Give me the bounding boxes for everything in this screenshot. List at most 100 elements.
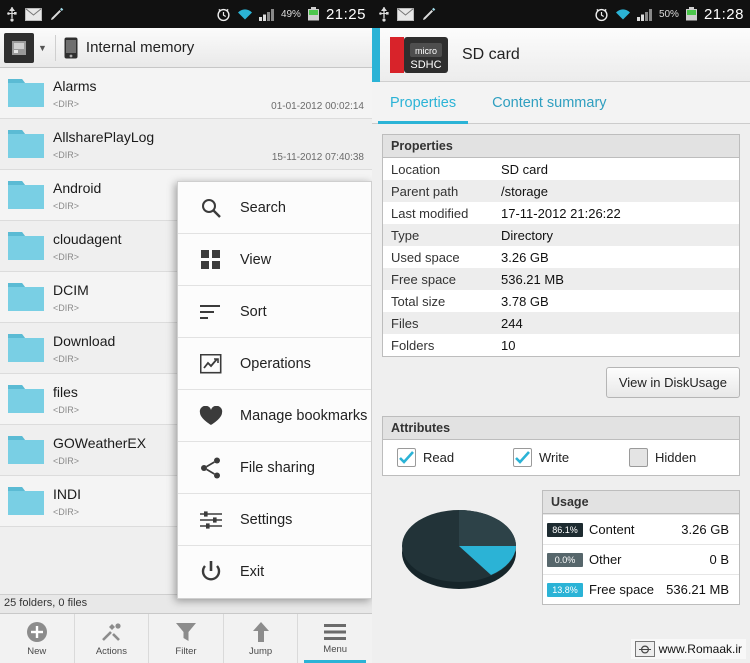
usage-legend-panel: Usage 86.1% Content 3.26 GB 0.0% Other 0…: [542, 490, 740, 605]
alarm-icon: [216, 7, 231, 22]
toolbar-button-filter[interactable]: Filter: [149, 614, 224, 663]
property-row: Location SD card: [383, 158, 739, 180]
view-in-diskusage-button[interactable]: View in DiskUsage: [605, 367, 740, 398]
property-row: Total size 3.78 GB: [383, 290, 739, 312]
attribute-write[interactable]: Write: [503, 448, 619, 467]
toolbar-label: Menu: [323, 643, 348, 655]
wifi-icon: [615, 8, 631, 21]
tab-properties[interactable]: Properties: [372, 82, 474, 124]
usage-row: 0.0% Other 0 B: [543, 544, 739, 574]
property-value: 244: [501, 315, 523, 331]
list-item[interactable]: AllsharePlayLog <DIR> 15-11-2012 07:40:3…: [0, 119, 372, 170]
file-date: 15-11-2012 07:40:38: [271, 152, 364, 163]
folder-icon: [4, 430, 48, 470]
property-value: Directory: [501, 227, 554, 243]
left-status-bar: 49% 21:25: [0, 0, 372, 28]
attribute-label: Hidden: [655, 450, 697, 465]
svg-text:SDHC: SDHC: [410, 59, 441, 71]
power-icon: [194, 561, 228, 583]
menu-item-search[interactable]: Search: [178, 182, 371, 234]
tools-icon: [100, 621, 122, 643]
toolbar-button-actions[interactable]: Actions: [75, 614, 150, 663]
bottom-toolbar[interactable]: New Actions Filter Jump Menu: [0, 613, 372, 663]
folder-icon: [4, 73, 48, 113]
battery-icon: [307, 7, 320, 21]
storage-label[interactable]: Internal memory: [86, 39, 194, 56]
phone-icon: [64, 37, 78, 59]
left-title-bar: ▼ Internal memory: [0, 28, 372, 68]
watermark-logo-icon: [634, 641, 655, 657]
usb-icon: [378, 6, 390, 22]
menu-item-manage-bookmarks[interactable]: Manage bookmarks: [178, 390, 371, 442]
usage-value: 3.26 GB: [681, 522, 729, 537]
attribute-label: Write: [539, 450, 570, 465]
menu-label: Settings: [240, 511, 293, 528]
right-screen: 50% 21:28 micro SDHC SD card Properties …: [372, 0, 750, 663]
hamburger-icon: [324, 623, 347, 641]
property-value: 3.26 GB: [501, 249, 549, 265]
pen-icon: [49, 7, 64, 22]
property-value: SD card: [501, 161, 548, 177]
folder-icon: [4, 124, 48, 164]
share-nodes-icon: [194, 457, 228, 479]
chart-arrow-icon: [194, 353, 228, 374]
folder-icon: [4, 328, 48, 368]
property-value: 3.78 GB: [501, 293, 549, 309]
property-key: Total size: [391, 293, 446, 309]
checkbox-hidden[interactable]: [629, 448, 648, 467]
right-status-bar: 50% 21:28: [372, 0, 750, 28]
attribute-hidden[interactable]: Hidden: [619, 448, 735, 467]
property-value: /storage: [501, 183, 548, 199]
usage-section: Usage 86.1% Content 3.26 GB 0.0% Other 0…: [382, 490, 740, 605]
list-item[interactable]: Alarms <DIR> 01-01-2012 00:02:14: [0, 68, 372, 119]
property-key: Last modified: [391, 205, 469, 221]
property-value: 10: [501, 337, 516, 353]
toolbar-divider: [54, 34, 56, 61]
toolbar-button-jump[interactable]: Jump: [224, 614, 299, 663]
menu-item-file-sharing[interactable]: File sharing: [178, 442, 371, 494]
wifi-icon: [237, 8, 253, 21]
checkbox-read[interactable]: [397, 448, 416, 467]
usage-percent-badge: 13.8%: [547, 582, 583, 597]
sort-lines-icon: [194, 303, 228, 321]
property-row: Folders 10: [383, 334, 739, 356]
battery-percent-label: 50%: [658, 8, 679, 20]
menu-item-settings[interactable]: Settings: [178, 494, 371, 546]
menu-item-view[interactable]: View: [178, 234, 371, 286]
toolbar-button-menu[interactable]: Menu: [298, 614, 372, 663]
file-date: 01-01-2012 00:02:14: [271, 101, 364, 112]
usage-percent-badge: 0.0%: [547, 552, 583, 567]
overflow-menu[interactable]: Search View Sort Operations Manage bookm…: [177, 181, 372, 599]
alarm-icon: [594, 7, 609, 22]
menu-item-exit[interactable]: Exit: [178, 546, 371, 598]
drive-icon[interactable]: [4, 32, 34, 63]
folder-icon: [4, 481, 48, 521]
folder-icon: [4, 277, 48, 317]
toolbar-label: Filter: [175, 645, 197, 657]
heart-icon: [194, 405, 228, 426]
attributes-panel-title: Attributes: [383, 417, 739, 440]
file-name: AllsharePlayLog: [53, 128, 155, 145]
sliders-icon: [194, 510, 228, 530]
usage-name: Content: [589, 522, 635, 537]
usage-name: Other: [589, 552, 622, 567]
chevron-down-icon[interactable]: ▼: [38, 43, 47, 53]
menu-label: File sharing: [240, 459, 315, 476]
funnel-icon: [175, 621, 197, 643]
usage-row: 13.8% Free space 536.21 MB: [543, 574, 739, 604]
menu-item-sort[interactable]: Sort: [178, 286, 371, 338]
menu-label: Search: [240, 199, 286, 216]
toolbar-button-new[interactable]: New: [0, 614, 75, 663]
folder-icon: [4, 226, 48, 266]
tab-bar[interactable]: Properties Content summary: [372, 82, 750, 124]
battery-icon: [685, 7, 698, 21]
usage-name: Free space: [589, 582, 655, 597]
menu-label: Exit: [240, 564, 265, 580]
tab-content-summary[interactable]: Content summary: [474, 82, 624, 123]
checkbox-write[interactable]: [513, 448, 532, 467]
menu-item-operations[interactable]: Operations: [178, 338, 371, 390]
accent-bar: [372, 27, 380, 82]
folder-icon: [4, 379, 48, 419]
attribute-read[interactable]: Read: [387, 448, 503, 467]
plus-circle-icon: [26, 621, 48, 643]
